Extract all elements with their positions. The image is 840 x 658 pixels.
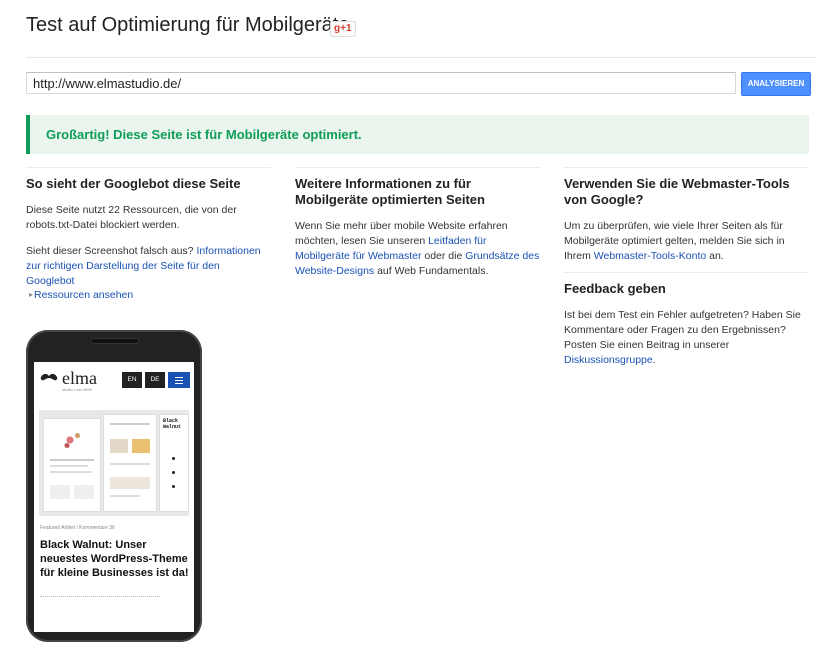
webmaster-text-part: an. — [706, 250, 724, 262]
url-input[interactable] — [26, 72, 736, 94]
column-divider — [295, 167, 540, 168]
info-column: Weitere Informationen zu für Mobilgeräte… — [295, 167, 540, 279]
post-divider — [40, 596, 160, 598]
feedback-heading: Feedback geben — [564, 281, 666, 296]
discussion-group-link[interactable]: Diskussionsgruppe — [564, 354, 653, 366]
mockup-sidebar: Black Walnut — [159, 414, 189, 512]
webmaster-text: Um zu überprüfen, wie viele Ihrer Seiten… — [564, 219, 809, 264]
googlebot-column: So sieht der Googlebot diese Seite Diese… — [26, 167, 271, 289]
product-name-line: Walnut — [163, 424, 182, 430]
phone-screen: elma studio • est 2008 EN DE Black Walnu… — [34, 362, 194, 632]
section-divider — [564, 272, 809, 273]
logo-tagline: studio • est 2008 — [62, 387, 92, 392]
info-heading: Weitere Informationen zu für Mobilgeräte… — [295, 176, 485, 207]
product-name: Black Walnut — [163, 418, 181, 430]
featured-image: Black Walnut — [39, 410, 189, 516]
lang-de: DE — [145, 372, 165, 388]
info-text: Wenn Sie mehr über mobile Website erfahr… — [295, 219, 540, 279]
result-banner: Großartig! Diese Seite ist für Mobilgerä… — [26, 115, 809, 154]
view-resources-link[interactable]: Ressourcen ansehen — [34, 289, 133, 301]
post-meta: Featured Artikel / Kommentare 36 — [40, 525, 115, 531]
webmaster-heading: Verwenden Sie die Webmaster-Tools von Go… — [564, 176, 790, 207]
google-plus-button[interactable]: g+1 — [330, 21, 356, 37]
info-text-part: oder die — [421, 250, 466, 262]
chevron-right-icon: ▸ — [29, 290, 34, 299]
webmaster-account-link[interactable]: Webmaster-Tools-Konto — [594, 250, 706, 262]
info-text-part: auf Web Fundamentals. — [374, 265, 489, 277]
post-title: Black Walnut: Unser neuestes WordPress-T… — [40, 539, 189, 579]
googlebot-heading: So sieht der Googlebot diese Seite — [26, 176, 241, 191]
phone-speaker — [91, 338, 139, 344]
logo-text: elma — [62, 368, 97, 388]
result-message: Großartig! Diese Seite ist für Mobilgerä… — [46, 127, 362, 142]
menu-icon — [168, 372, 190, 388]
feedback-text-part: Ist bei dem Test ein Fehler aufgetreten?… — [564, 309, 801, 351]
webmaster-column: Verwenden Sie die Webmaster-Tools von Go… — [564, 167, 809, 368]
blocked-resources-text: Diese Seite nutzt 22 Ressourcen, die von… — [26, 204, 237, 231]
feedback-text: Ist bei dem Test ein Fehler aufgetreten?… — [564, 308, 809, 368]
page-title: Test auf Optimierung für Mobilgeräte — [26, 14, 350, 36]
feedback-text-part: . — [652, 354, 656, 366]
lang-en: EN — [122, 372, 142, 388]
mockup-page — [103, 414, 157, 512]
screenshot-help-label: Sieht dieser Screenshot falsch aus? — [26, 245, 197, 257]
column-divider — [26, 167, 271, 168]
screenshot-help-text: Sieht dieser Screenshot falsch aus? Info… — [26, 244, 271, 289]
header-divider — [26, 57, 816, 58]
analyze-button[interactable]: ANALYSIEREN — [741, 72, 811, 96]
mockup-page — [43, 418, 101, 512]
mustache-icon — [40, 373, 58, 381]
column-divider — [564, 167, 809, 168]
phone-preview: elma studio • est 2008 EN DE Black Walnu… — [26, 330, 202, 642]
